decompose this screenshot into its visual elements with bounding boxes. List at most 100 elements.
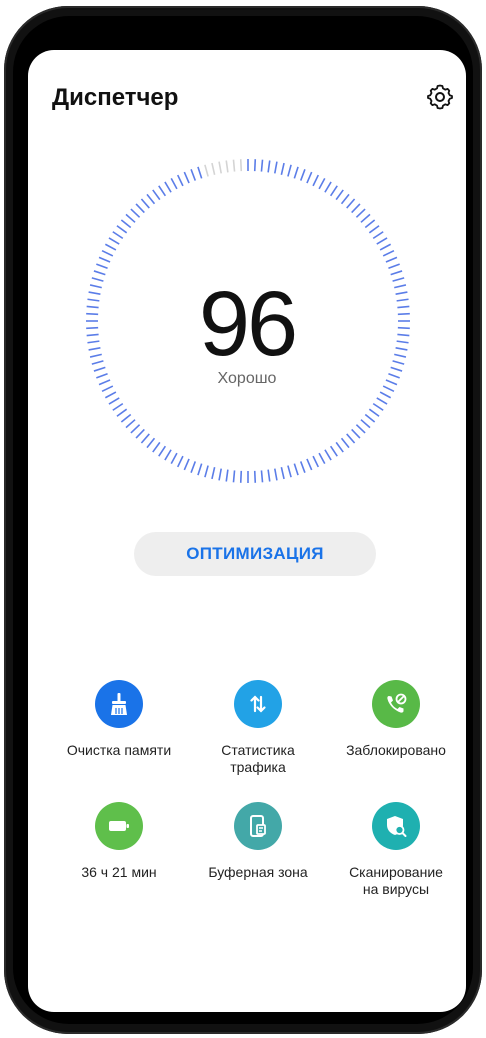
shield-scan-icon [372,802,420,850]
battery-icon [95,802,143,850]
dial-tick-filled [120,219,132,229]
dial-tick-filled [146,193,156,205]
dial-tick-filled [218,468,223,481]
dial-tick-filled [368,408,380,417]
dial-tick-filled [211,467,216,480]
dial-tick-filled [376,397,388,405]
tool-label: Статистика трафика [221,742,295,775]
dial-tick-filled [135,203,145,214]
tool-buffer-zone[interactable]: Буферная зона [193,802,323,881]
dial-tick-filled [329,185,338,197]
dial-tick-filled [267,160,271,173]
dial-tick-filled [183,458,190,471]
dial-tick-filled [287,465,292,478]
tool-label: Буферная зона [208,864,308,880]
dial-tick-filled [190,169,197,181]
dial-tick-filled [164,449,172,461]
dial-tick-filled [190,461,197,473]
dial-tick-filled [312,174,320,187]
dial-tick-filled [152,441,161,453]
dial-tick-filled [204,465,209,478]
dial-tick-filled [96,263,108,270]
tool-label: 36 ч 21 мин [81,864,157,880]
tool-label: Очистка памяти [66,742,172,758]
dial-tick-filled [388,263,400,270]
dial-tick-filled [364,219,376,229]
dial-tick-empty [225,160,229,173]
dial-tick-filled [93,270,106,276]
dial-tick-filled [267,469,271,482]
dial-tick-filled [108,237,120,245]
dial-tick-filled [360,213,371,223]
dial-tick-filled [324,181,332,193]
dial-tick-filled [346,198,356,209]
dial-tick-filled [273,468,278,481]
dial-tick-filled [351,428,361,439]
dial-tick-filled [116,225,128,234]
score-status: Хорошо [217,370,277,387]
dial-tick-filled [260,470,264,483]
traffic-arrows-icon [234,680,282,728]
dial-tick-filled [324,449,332,461]
dial-tick-empty [232,159,236,172]
dial-tick-filled [390,270,403,276]
optimize-button[interactable]: ОПТИМИЗАЦИЯ [134,532,376,576]
tool-virus-scan[interactable]: Сканирование на вирусы [331,802,461,898]
score-value: 96 [198,273,298,375]
dial-tick-filled [355,208,366,218]
dial-tick-filled [299,169,306,181]
dial-tick-filled [116,408,128,417]
tool-memory-cleanup[interactable]: Очистка памяти [54,680,184,759]
phone-clipboard-icon [234,802,282,850]
dial-tick-filled [125,213,136,223]
dial-tick-filled [335,441,344,453]
dial-tick-filled [170,177,178,190]
dial-tick-empty [239,159,243,172]
page-title: Диспетчер [52,84,179,111]
dial-tick-filled [253,159,257,172]
dial-tick-filled [379,243,392,251]
dial-tick-filled [299,461,306,473]
dial-tick-filled [385,256,398,263]
dial-tick-filled [368,225,380,234]
dial-tick-filled [232,470,236,483]
dial-tick-filled [112,231,124,240]
dial-tick-filled [170,452,178,465]
dial-tick-filled [340,193,350,205]
tool-blocked[interactable]: Заблокировано [331,680,461,759]
dial-tick-filled [372,402,384,411]
dial-tick-filled [280,162,285,175]
blocked-call-icon [372,680,420,728]
dial-tick-filled [183,171,190,184]
dial-tick-filled [318,452,326,465]
dial-tick-filled [197,463,203,476]
tool-battery[interactable]: 36 ч 21 мин [54,802,184,881]
dial-tick-filled [335,189,344,201]
dial-tick-filled [125,419,136,429]
dial-tick-filled [318,177,326,190]
dial-tick-filled [253,470,257,483]
dial-tick-filled [312,455,320,468]
dial-tick-filled [239,470,243,483]
tool-traffic-stats[interactable]: Статистика трафика [193,680,323,776]
dial-tick-filled [130,424,141,434]
dial-tick-filled [164,181,172,193]
dial-tick-filled [152,189,161,201]
tool-label: Заблокировано [346,742,446,758]
dial-tick-filled [329,445,338,457]
gear-icon[interactable] [427,84,453,110]
dial-tick-filled [293,463,299,476]
dial-tick-filled [101,249,114,257]
phone-frame: Диспетчер 96 Хорошо ОПТИМИЗАЦИЯ Очистка … [4,6,482,1034]
dial-tick-filled [376,237,388,245]
dial-tick-filled [355,424,366,434]
dial-tick-filled [280,467,285,480]
dial-tick-filled [158,445,167,457]
dial-tick-filled [146,437,156,449]
dial-tick-filled [273,161,278,174]
tool-label: Сканирование на вирусы [349,864,443,897]
screen: Диспетчер 96 Хорошо ОПТИМИЗАЦИЯ Очистка … [28,50,466,1012]
dial-tick-filled [98,256,111,263]
dial-tick-filled [108,397,120,405]
dial-tick-filled [351,203,361,214]
